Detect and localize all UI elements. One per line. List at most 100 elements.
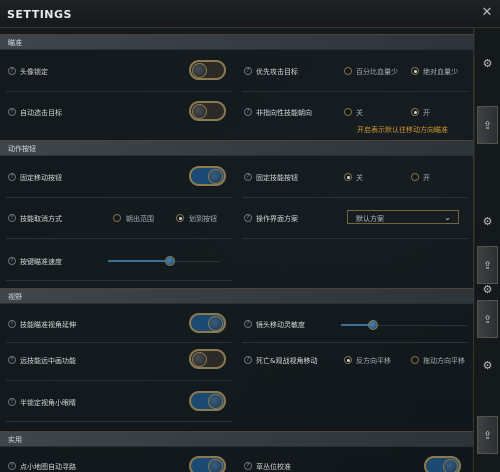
skill-cancel-button-radio[interactable] (176, 214, 184, 222)
row-divider (242, 91, 468, 92)
death-camera-label: 死亡&观战视角移动 (256, 357, 318, 365)
help-icon[interactable]: ? (244, 214, 252, 222)
toggle-knob (192, 104, 207, 119)
row-divider (242, 342, 468, 343)
nondirectional-on-label: 开 (423, 109, 430, 117)
section-title: 动作按钮 (8, 145, 36, 153)
upload-icon[interactable]: ⇪ (477, 300, 498, 338)
nondirectional-on-radio[interactable] (411, 108, 419, 116)
chevron-down-icon: ⌄ (444, 213, 451, 222)
aim-view-extend-toggle[interactable] (189, 313, 226, 333)
control-scheme-value: 默认方案 (356, 215, 384, 223)
half-lock-minimap-label: 半锁定视角小眼睛 (20, 399, 76, 407)
row-divider (6, 280, 232, 281)
nondirectional-off-radio[interactable] (344, 108, 352, 116)
fixed-move-button-label: 固定移动按钮 (20, 174, 62, 182)
help-icon[interactable]: ? (8, 257, 16, 265)
help-icon[interactable]: ? (8, 356, 16, 364)
help-icon[interactable]: ? (244, 173, 252, 181)
longrange-aim-toggle[interactable] (189, 349, 226, 369)
close-icon[interactable]: ✕ (480, 6, 494, 20)
camera-sensitivity-slider-handle[interactable] (368, 320, 378, 330)
section-title: 瞄准 (8, 39, 22, 47)
help-icon[interactable]: ? (244, 320, 252, 328)
gear-icon[interactable]: ⚙ (477, 44, 498, 82)
head-lock-toggle[interactable] (189, 60, 226, 80)
section-title: 实用 (8, 436, 22, 444)
nondirectional-off-label: 关 (356, 109, 363, 117)
aim-speed-label: 按键瞄准速度 (20, 258, 62, 266)
section-header-utility: 实用 (0, 431, 474, 447)
help-icon[interactable]: ? (8, 462, 16, 470)
priority-option-absolute-radio[interactable] (411, 67, 419, 75)
help-icon[interactable]: ? (8, 398, 16, 406)
toggle-knob (208, 316, 223, 331)
gear-icon[interactable]: ⚙ (477, 346, 498, 384)
control-scheme-dropdown[interactable]: 默认方案 ⌄ (347, 210, 459, 224)
toggle-knob (208, 169, 223, 184)
camera-sensitivity-label: 镜头移动灵敏度 (256, 321, 305, 329)
priority-option-percent-label: 百分比血量少 (356, 68, 398, 76)
row-divider (6, 91, 232, 92)
window-title: SETTINGS (7, 8, 72, 21)
head-lock-label: 头像锁定 (20, 68, 48, 76)
aim-speed-slider-handle[interactable] (165, 256, 175, 266)
priority-option-absolute-label: 绝对血量少 (423, 68, 458, 76)
help-icon[interactable]: ? (8, 67, 16, 75)
fixed-skill-on-label: 开 (423, 174, 430, 182)
auto-target-toggle[interactable] (189, 101, 226, 121)
control-scheme-label: 操作界面方案 (256, 215, 298, 223)
row-divider (242, 238, 468, 239)
help-icon[interactable]: ? (244, 462, 252, 470)
row-divider (6, 342, 232, 343)
toggle-knob (208, 459, 223, 472)
row-divider (6, 380, 232, 381)
aim-view-extend-label: 技能瞄准视角延伸 (20, 321, 76, 329)
death-camera-drag-radio[interactable] (411, 356, 419, 364)
aim-speed-slider-fill (108, 260, 170, 262)
upload-icon[interactable]: ⇪ (477, 416, 498, 454)
help-icon[interactable]: ? (244, 108, 252, 116)
skill-cancel-range-label: 朝出范围 (126, 215, 154, 223)
section-header-aim: 瞄准 (0, 34, 474, 50)
nondirectional-label: 非指向性技能朝向 (256, 109, 312, 117)
fixed-skill-off-radio[interactable] (344, 173, 352, 181)
help-icon[interactable]: ? (8, 108, 16, 116)
row-divider (6, 197, 232, 198)
fixed-move-button-toggle[interactable] (189, 166, 226, 186)
section-title: 视野 (8, 293, 22, 301)
death-camera-reverse-label: 反方向平移 (356, 357, 391, 365)
toggle-knob (208, 394, 223, 409)
section-header-view: 视野 (0, 288, 474, 304)
minimap-autopath-toggle[interactable] (189, 456, 226, 472)
skill-cancel-button-label: 划到按钮 (189, 215, 217, 223)
fixed-skill-off-label: 关 (356, 174, 363, 182)
fixed-skill-button-label: 固定技能按钮 (256, 174, 298, 182)
half-lock-minimap-toggle[interactable] (189, 391, 226, 411)
death-camera-drag-label: 拖动方向平移 (423, 357, 465, 365)
help-icon[interactable]: ? (244, 356, 252, 364)
fixed-skill-on-radio[interactable] (411, 173, 419, 181)
gear-icon[interactable]: ⚙ (477, 202, 498, 240)
auto-target-label: 自动选击目标 (20, 109, 62, 117)
priority-target-label: 优先攻击目标 (256, 68, 298, 76)
help-icon[interactable]: ? (244, 67, 252, 75)
toggle-knob (192, 63, 207, 78)
skill-cancel-mode-label: 技能取消方式 (20, 215, 62, 223)
priority-option-percent-radio[interactable] (344, 67, 352, 75)
longrange-aim-label: 远技能远中画功能 (20, 357, 76, 365)
skill-cancel-range-radio[interactable] (113, 214, 121, 222)
toggle-knob (192, 352, 207, 367)
toggle-knob (443, 459, 458, 472)
help-icon[interactable]: ? (8, 320, 16, 328)
help-icon[interactable]: ? (8, 173, 16, 181)
nondirectional-tip: 开启表示默认往移动方向瞄准 (357, 126, 448, 134)
upload-icon[interactable]: ⇪ (477, 106, 498, 144)
item-check-toggle[interactable] (424, 456, 461, 472)
help-icon[interactable]: ? (8, 214, 16, 222)
death-camera-reverse-radio[interactable] (344, 356, 352, 364)
row-divider (6, 421, 232, 422)
minimap-autopath-label: 点小地图自动寻路 (20, 463, 76, 471)
item-check-label: 草丛位校准 (256, 463, 291, 471)
row-divider (242, 197, 468, 198)
